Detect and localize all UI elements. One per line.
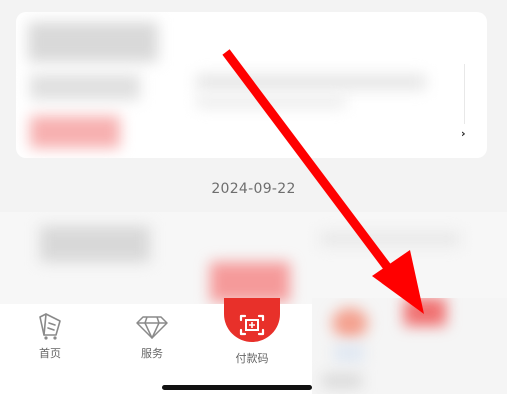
diamond-icon	[136, 316, 168, 339]
tab-payment-code-label: 付款码	[235, 352, 269, 365]
tab-home-label: 首页	[39, 347, 61, 360]
tab-payment-code[interactable]: 付款码	[222, 298, 282, 366]
blurred-detail-line	[196, 74, 426, 90]
payment-code-icon	[239, 314, 265, 336]
blurred-icon	[332, 308, 368, 338]
blurred-red-badge	[30, 116, 120, 148]
tab-service-label: 服务	[141, 347, 163, 360]
blurred-detail-line	[196, 96, 346, 108]
transaction-card-blurred[interactable]	[16, 12, 487, 158]
blurred-detail-line	[320, 232, 460, 246]
blurred-icon	[404, 298, 446, 326]
blurred-subtitle	[30, 74, 140, 100]
bottom-tab-bar: 首页 服务 付款码	[0, 298, 312, 394]
date-separator: 2024-09-22	[211, 181, 296, 197]
tab-home[interactable]: 首页	[20, 304, 80, 361]
blurred-icon	[334, 344, 364, 362]
blurred-title	[28, 22, 158, 62]
tab-service[interactable]: 服务	[122, 304, 182, 361]
blurred-red-badge	[210, 262, 290, 302]
blurred-title	[40, 226, 150, 262]
home-indicator[interactable]	[162, 385, 312, 390]
transaction-card-blurred[interactable]	[0, 212, 507, 304]
divider	[464, 64, 465, 124]
chevron-right-icon[interactable]: ›	[461, 127, 466, 140]
blurred-tab-region	[312, 298, 507, 394]
blurred-label	[322, 374, 362, 388]
home-cart-icon	[39, 313, 61, 340]
